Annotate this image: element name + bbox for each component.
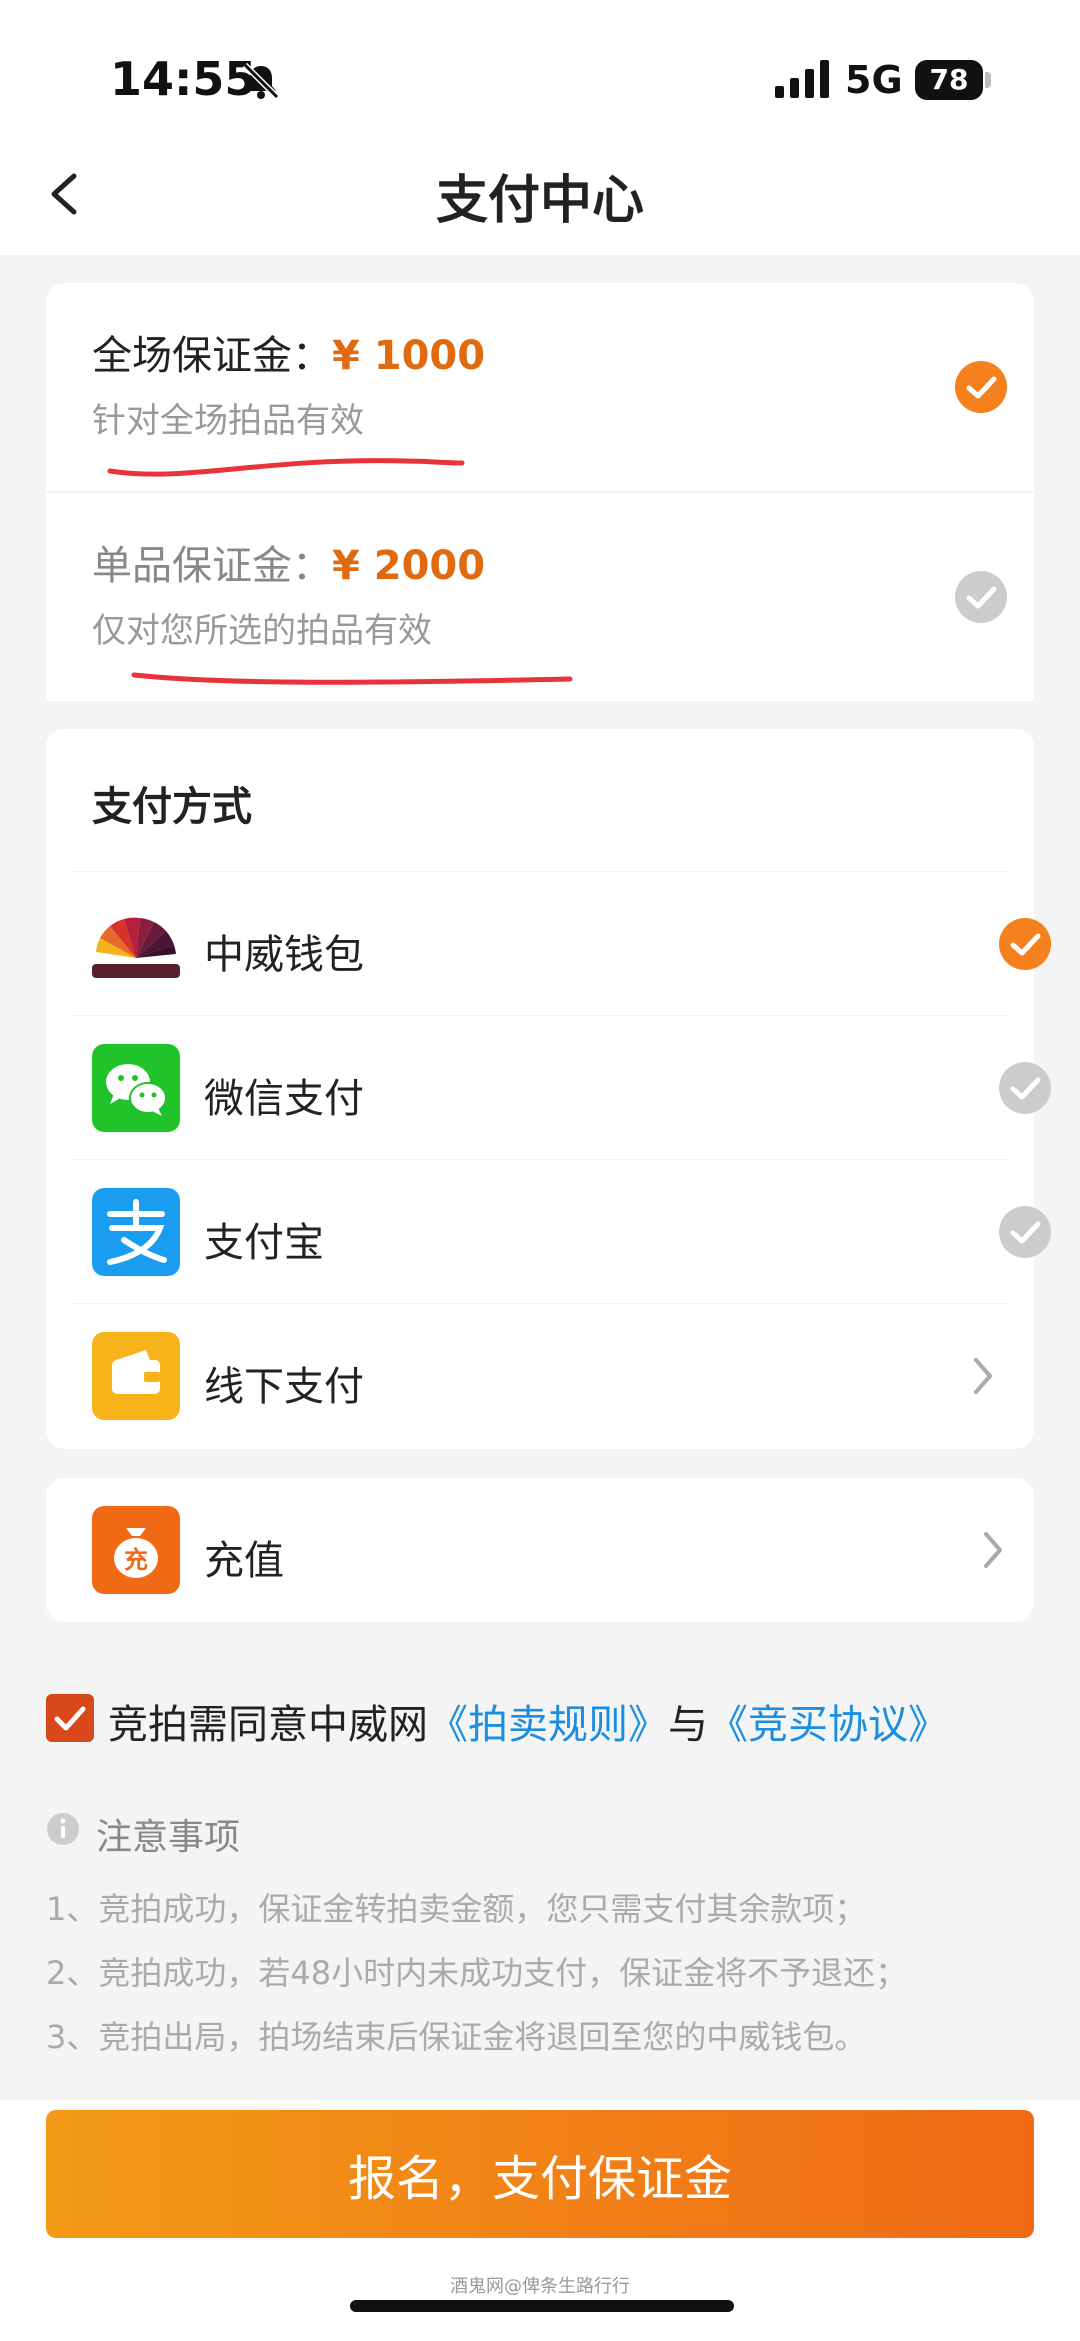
payment-method-offline[interactable]: 线下支付: [74, 1303, 1006, 1447]
payment-method-alipay[interactable]: 支付宝: [74, 1159, 1051, 1303]
recharge-label: 充值: [204, 1538, 284, 1584]
red-underline-annotation: [131, 672, 573, 685]
deposit-option-full[interactable]: 全场保证金：¥ 1000 针对全场拍品有效: [46, 283, 1034, 491]
check-unselected-icon[interactable]: [998, 1061, 1052, 1115]
wechat-icon: [92, 1044, 180, 1132]
page-title: 支付中心: [435, 171, 644, 231]
offline-wallet-icon: [92, 1332, 180, 1420]
deposit-title: 单品保证金：¥ 2000: [92, 533, 485, 591]
deposit-option-single[interactable]: 单品保证金：¥ 2000 仅对您所选的拍品有效: [46, 493, 1034, 701]
deposit-desc: 针对全场拍品有效: [92, 401, 364, 441]
notes-title-text: 注意事项: [96, 1817, 241, 1858]
chevron-right-icon: [984, 1532, 1002, 1568]
payment-method-label: 线下支付: [204, 1364, 364, 1410]
watermark: 酒鬼网@俾条生路行行: [450, 2276, 630, 2297]
home-indicator[interactable]: [350, 2300, 734, 2312]
payment-method-wechat[interactable]: 微信支付: [74, 1015, 1051, 1159]
payment-method-wallet[interactable]: 中威钱包: [74, 871, 1051, 1015]
payment-method-label: 支付宝: [204, 1220, 324, 1266]
deposit-title: 全场保证金：¥ 1000: [92, 323, 485, 381]
deposit-label: 全场保证金：: [92, 333, 332, 379]
auction-rules-link[interactable]: 《拍卖规则》: [428, 1702, 668, 1748]
payment-header: 支付方式: [92, 784, 252, 830]
alipay-icon: [92, 1188, 180, 1276]
red-underline-annotation: [107, 458, 465, 477]
notes-title: 注意事项: [46, 1808, 240, 1860]
bottom-area: 报名，支付保证金 酒鬼网@俾条生路行行: [0, 2100, 1080, 2341]
deposit-desc: 仅对您所选的拍品有效: [92, 611, 432, 651]
signal-icon: [775, 60, 829, 98]
wallet-fan-icon: [92, 900, 180, 988]
battery-cap: [985, 72, 991, 88]
note-item: 2、竞拍成功，若48小时内未成功支付，保证金将不予退还；: [46, 1954, 908, 1992]
payment-method-label: 微信支付: [204, 1076, 364, 1122]
deposit-amount: ¥ 1000: [332, 333, 486, 379]
recharge-row[interactable]: 充 充值: [46, 1478, 1034, 1622]
payment-method-label: 中威钱包: [204, 932, 364, 978]
check-unselected-icon[interactable]: [998, 1205, 1052, 1259]
status-time: 14:55: [110, 52, 257, 106]
deposit-amount: ¥ 2000: [332, 543, 486, 589]
check-selected-icon[interactable]: [954, 360, 1008, 414]
recharge-icon-char: 充: [124, 1546, 148, 1574]
bell-muted-icon: [242, 62, 280, 100]
agreement-row: 竞拍需同意中威网《拍卖规则》与《竞买协议》: [46, 1692, 1006, 1748]
status-bar: 14:55 5G 78: [0, 0, 1080, 140]
recharge-bag-icon: 充: [92, 1506, 180, 1594]
back-arrow-icon[interactable]: [40, 162, 88, 226]
payment-methods-card: 支付方式 中威钱包 微信支付 支付宝 线下支付: [46, 729, 1051, 1449]
chevron-right-icon: [974, 1358, 992, 1394]
agreement-checkbox[interactable]: [46, 1694, 94, 1742]
check-unselected-icon[interactable]: [954, 570, 1008, 624]
note-item: 3、竞拍出局，拍场结束后保证金将退回至您的中威钱包。: [46, 2018, 867, 2056]
bidding-agreement-link[interactable]: 《竞买协议》: [708, 1702, 948, 1748]
network-label: 5G: [845, 58, 903, 102]
agreement-joiner: 与: [668, 1702, 708, 1748]
note-item: 1、竞拍成功，保证金转拍卖金额，您只需支付其余款项；: [46, 1890, 867, 1928]
agreement-prefix: 竞拍需同意中威网: [108, 1702, 428, 1748]
submit-deposit-button[interactable]: 报名，支付保证金: [46, 2110, 1034, 2238]
nav-bar: 支付中心: [0, 140, 1080, 255]
agreement-text: 竞拍需同意中威网《拍卖规则》与《竞买协议》: [108, 1692, 948, 1750]
deposit-label: 单品保证金：: [92, 543, 332, 589]
check-selected-icon[interactable]: [998, 917, 1052, 971]
battery-icon: 78: [915, 60, 983, 100]
